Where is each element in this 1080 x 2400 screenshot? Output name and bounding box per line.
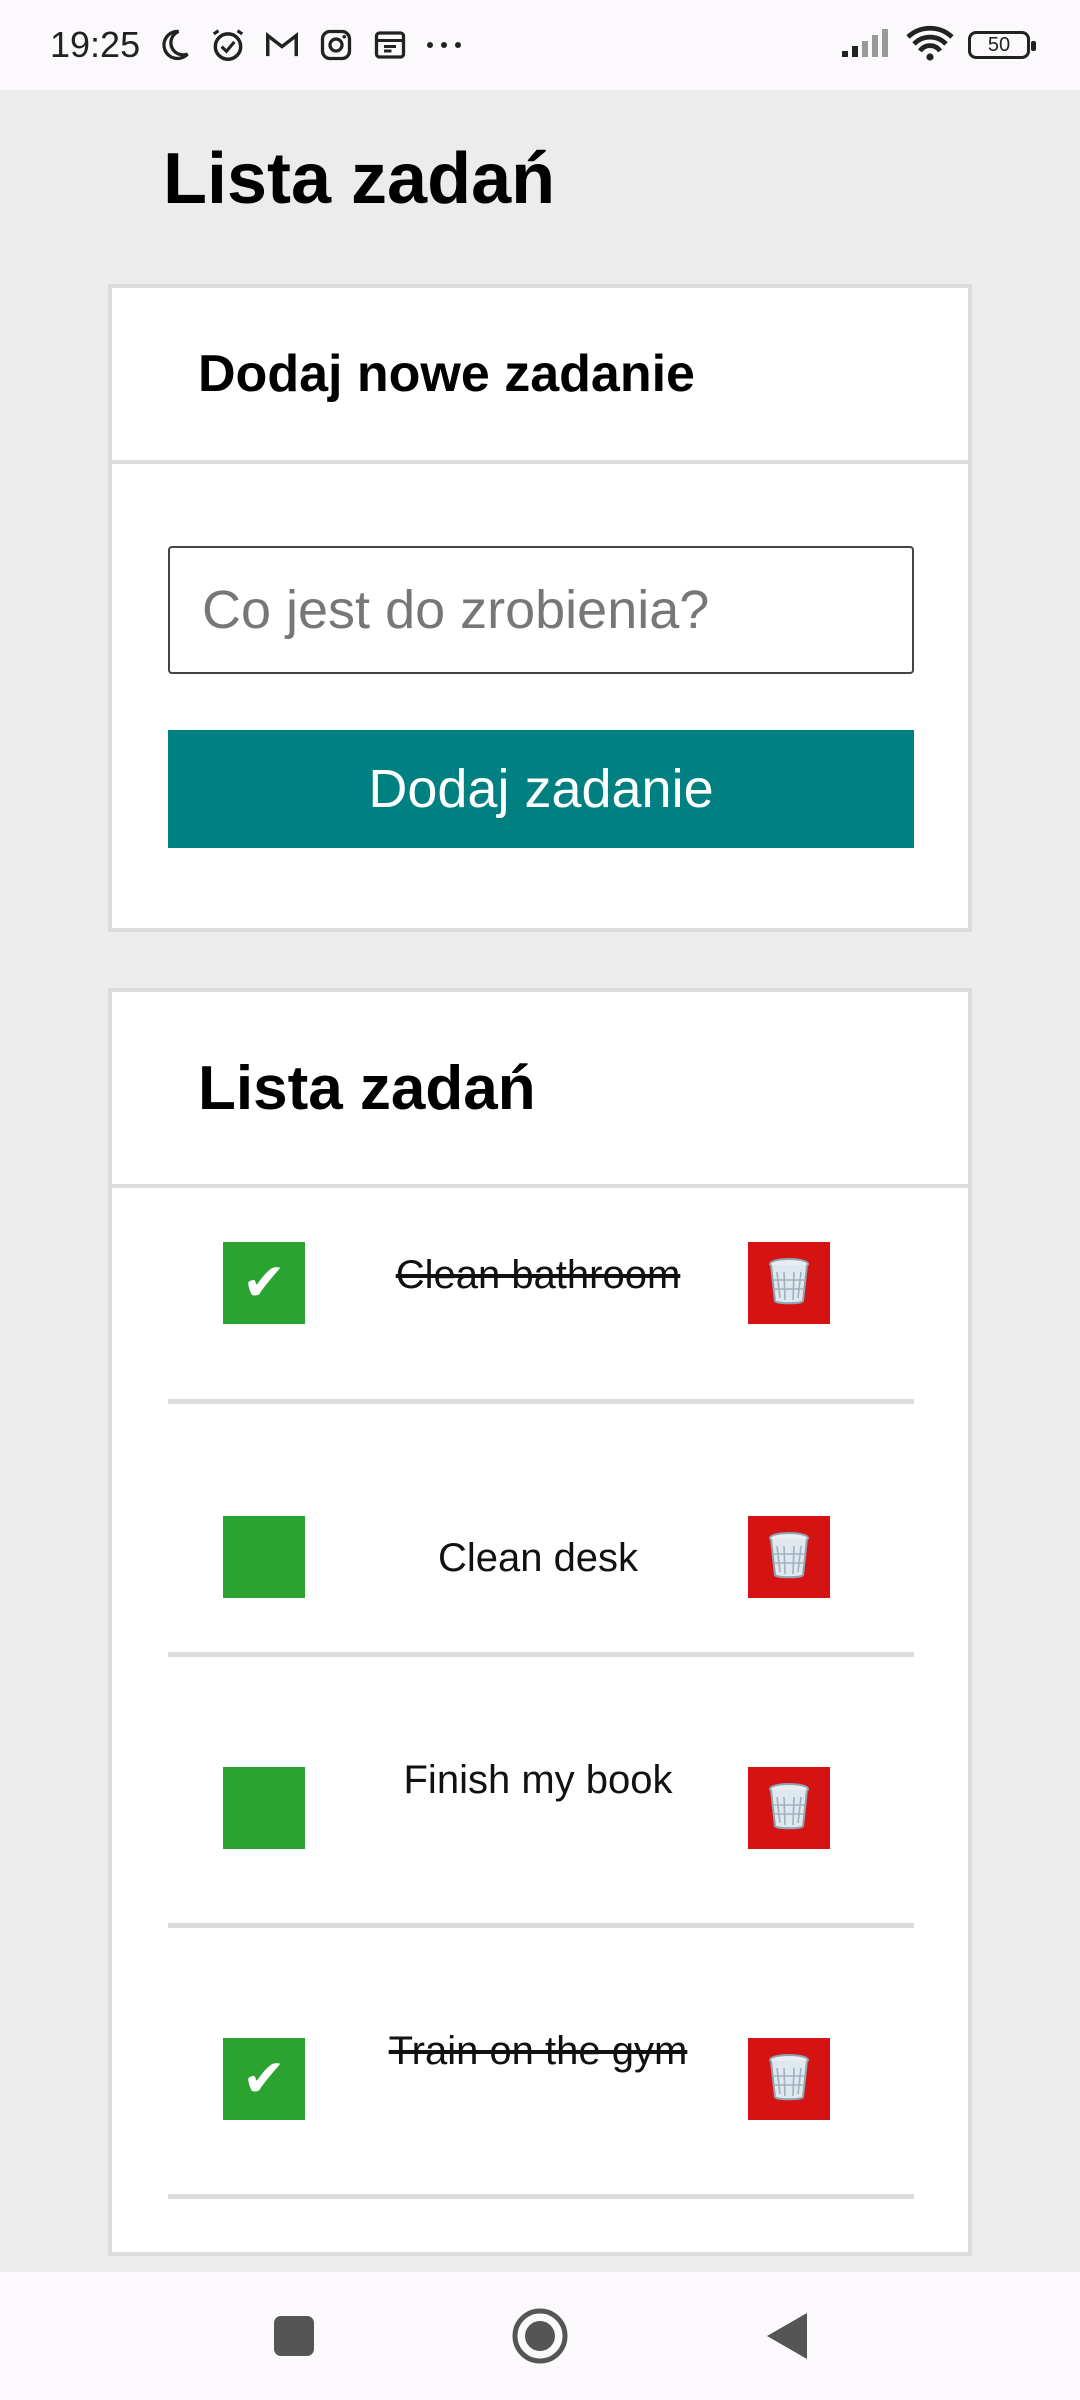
- gmail-icon: [260, 23, 304, 67]
- add-task-card: Dodaj nowe zadanie Dodaj zadanie: [108, 284, 972, 932]
- home-button[interactable]: [510, 2308, 570, 2368]
- navigation-bar: [0, 2272, 1080, 2400]
- wifi-icon: [906, 25, 954, 66]
- task-row: ✔ Train on the gym: [168, 1928, 914, 2199]
- task-row: Finish my book: [168, 1657, 914, 1928]
- delete-task-button[interactable]: [748, 2038, 830, 2120]
- alarm-icon: [206, 23, 250, 67]
- delete-task-button[interactable]: [748, 1516, 830, 1598]
- back-icon: [765, 2311, 809, 2366]
- recent-apps-icon: [272, 2314, 316, 2363]
- instagram-icon: [314, 23, 358, 67]
- signal-icon: [840, 27, 892, 64]
- task-list-card-header: Lista zadań: [112, 992, 968, 1188]
- task-list-card: Lista zadań ✔ Clean bathroom Clean desk: [108, 988, 972, 2256]
- moon-icon: [152, 23, 196, 67]
- battery-icon: 50: [968, 31, 1036, 59]
- add-task-button[interactable]: Dodaj zadanie: [168, 730, 914, 848]
- task-label: Finish my book: [403, 1758, 673, 1802]
- add-task-card-header: Dodaj nowe zadanie: [112, 288, 968, 464]
- recent-apps-button[interactable]: [268, 2312, 320, 2364]
- task-checkbox-checked[interactable]: ✔: [223, 1242, 305, 1324]
- check-icon: ✔: [242, 2050, 286, 2108]
- task-label: Clean bathroom: [395, 1253, 681, 1297]
- delete-task-button[interactable]: [748, 1242, 830, 1324]
- trash-icon: [766, 2052, 812, 2107]
- task-input[interactable]: [168, 546, 914, 674]
- page-title: Lista zadań: [163, 139, 556, 219]
- add-task-title: Dodaj nowe zadanie: [198, 345, 695, 403]
- status-time: 19:25: [50, 24, 141, 65]
- check-icon: ✔: [242, 1254, 286, 1312]
- calendar-icon: [368, 23, 412, 67]
- task-checkbox[interactable]: [223, 1767, 305, 1849]
- trash-icon: [766, 1781, 812, 1836]
- task-label: Train on the gym: [388, 2029, 688, 2073]
- task-row: Clean desk: [168, 1404, 914, 1657]
- task-label: Clean desk: [437, 1536, 639, 1580]
- task-list: ✔ Clean bathroom Clean desk Finish my bo…: [168, 1188, 914, 2199]
- trash-icon: [766, 1530, 812, 1585]
- task-list-title: Lista zadań: [198, 1053, 536, 1123]
- task-row: ✔ Clean bathroom: [168, 1188, 914, 1404]
- more-dots-icon: [422, 23, 466, 67]
- trash-icon: [766, 1256, 812, 1311]
- delete-task-button[interactable]: [748, 1767, 830, 1849]
- status-bar: 19:25 50: [0, 0, 1080, 90]
- task-checkbox[interactable]: [223, 1516, 305, 1598]
- back-button[interactable]: [762, 2310, 812, 2366]
- home-icon: [511, 2307, 569, 2370]
- task-checkbox-checked[interactable]: ✔: [223, 2038, 305, 2120]
